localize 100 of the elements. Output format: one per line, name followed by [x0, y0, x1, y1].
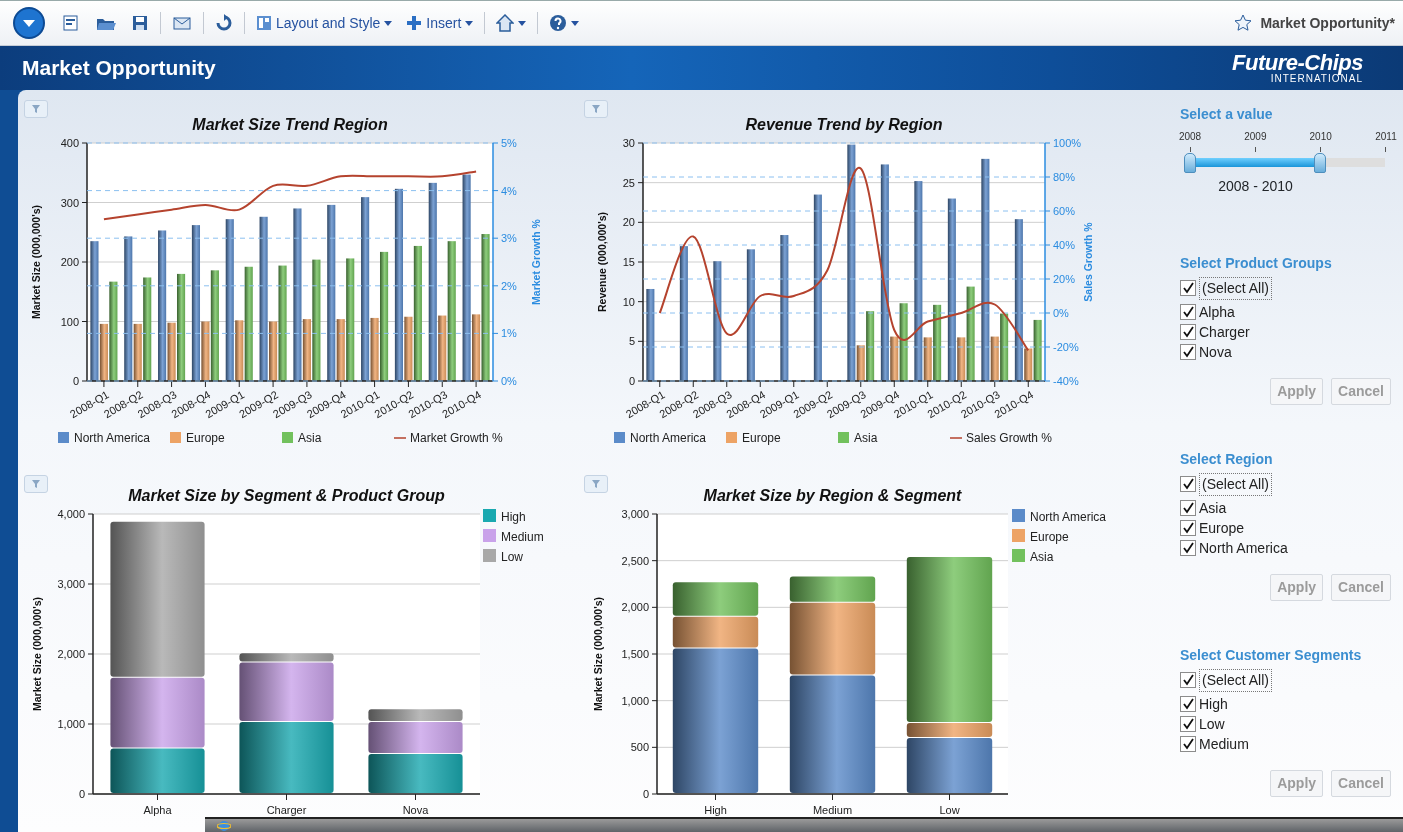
filter-title: Select Customer Segments: [1180, 646, 1363, 665]
checkbox[interactable]: [1180, 324, 1196, 340]
axis-tick-label: 0%: [501, 375, 517, 387]
caret-icon: [384, 20, 393, 26]
slider-tick-label: 2011: [1375, 130, 1397, 144]
checkbox-label: (Select All): [1199, 276, 1272, 300]
axis-tick-label: 20: [622, 216, 635, 229]
axis-tick-label: 1,500: [621, 648, 649, 660]
axis-tick-label: 100%: [1053, 137, 1082, 149]
filter-title: Select Product Groups: [1180, 254, 1333, 273]
category-label: Charger: [266, 804, 307, 816]
slider-tick-label: 2008: [1178, 130, 1202, 144]
checkbox-label: (Select All): [1199, 668, 1272, 692]
legend-label: Asia: [854, 431, 878, 445]
category-label: Low: [939, 804, 960, 816]
axis-tick-label: 40%: [1053, 239, 1076, 251]
checkbox-label: Charger: [1199, 322, 1250, 342]
checkbox[interactable]: [1180, 280, 1196, 296]
axis-tick-label: 30: [622, 137, 635, 149]
axis-tick-label: 0: [78, 788, 85, 800]
caret-icon: [518, 20, 527, 26]
legend-label: Low: [501, 550, 523, 564]
slider-thumb[interactable]: [1184, 153, 1196, 173]
axis-tick-label: 25: [622, 176, 635, 189]
plus-icon: [406, 15, 423, 31]
axis-tick-label: 400: [60, 137, 79, 149]
help-icon: [549, 14, 568, 32]
checkbox[interactable]: [1180, 672, 1196, 688]
checkbox[interactable]: [1180, 520, 1196, 536]
legend-label: Europe: [186, 431, 225, 445]
axis-tick-label: 20%: [1053, 273, 1076, 285]
slider-tick-label: 2009: [1244, 130, 1267, 144]
axis-tick-label: 5%: [501, 137, 517, 149]
toolbar-menu-button[interactable]: Insert: [403, 10, 477, 36]
chart-title: Market Size Trend Region: [192, 116, 388, 133]
axis-tick-label: -20%: [1053, 341, 1079, 353]
axis-title: Market Growth %: [530, 219, 542, 305]
layout-icon: [256, 15, 272, 31]
slider-tick-label: 2010: [1309, 130, 1332, 144]
logo-subtitle: INTERNATIONAL: [1270, 74, 1363, 84]
checkbox-label: Alpha: [1199, 302, 1235, 322]
checkbox[interactable]: [1180, 500, 1196, 516]
legend-label: Asia: [298, 431, 322, 445]
axis-title: Sales Growth %: [1082, 222, 1094, 302]
axis-tick-label: 1,000: [57, 718, 85, 730]
axis-title: Market Size (000,000's): [592, 597, 604, 711]
checkbox-label: Europe: [1199, 518, 1245, 538]
axis-tick-label: 4%: [501, 184, 517, 197]
axis-tick-label: -40%: [1053, 375, 1079, 387]
axis-tick-label: 2%: [501, 279, 517, 292]
axis-tick-label: 3%: [501, 232, 517, 245]
category-label: Nova: [402, 804, 429, 816]
legend-label: Market Growth %: [410, 431, 503, 445]
tick-mark: [1320, 147, 1322, 152]
tick-mark: [1254, 147, 1256, 152]
axis-tick-label: 300: [60, 196, 79, 209]
axis-tick-label: 3,000: [57, 578, 85, 590]
legend-label: North America: [630, 431, 707, 445]
legend-label: High: [501, 510, 526, 524]
axis-tick-label: 60%: [1053, 205, 1076, 217]
star-icon[interactable]: [1234, 14, 1253, 32]
checkbox[interactable]: [1180, 540, 1196, 556]
category-label: Medium: [812, 804, 853, 816]
axis-tick-label: 2,000: [57, 648, 85, 660]
legend-label: Europe: [742, 431, 781, 445]
checkbox[interactable]: [1180, 476, 1196, 492]
caret-icon: [465, 20, 474, 26]
checkbox[interactable]: [1180, 736, 1196, 752]
slider-thumb[interactable]: [1314, 153, 1327, 173]
axis-tick-label: 0: [628, 375, 635, 387]
checkbox[interactable]: [1180, 304, 1196, 320]
legend-label: Asia: [1030, 550, 1054, 564]
legend-label: North America: [1030, 510, 1107, 524]
toolbar-menu-button[interactable]: Layout and Style: [253, 10, 396, 36]
slider-title: Select a value: [1180, 105, 1274, 124]
axis-title: Revenue (000,000's): [596, 212, 608, 312]
axis-tick-label: 200: [60, 256, 79, 268]
checkbox[interactable]: [1180, 344, 1196, 360]
checkbox[interactable]: [1180, 696, 1196, 712]
axis-tick-label: 0: [642, 788, 649, 800]
dashboard-title: Market Opportunity: [22, 55, 216, 82]
tick-mark: [1189, 147, 1191, 152]
document-title: Market Opportunity*: [1260, 13, 1395, 33]
logo-wordmark: Future-Chips: [1232, 52, 1363, 74]
chart-title: Market Size by Region & Segment: [703, 487, 962, 504]
chart-title: Revenue Trend by Region: [745, 116, 943, 133]
legend-label: Europe: [1030, 530, 1069, 544]
slider-reading: 2008 - 2010: [1218, 178, 1293, 194]
axis-tick-label: 0: [72, 375, 79, 387]
axis-tick-label: 2,500: [621, 554, 649, 567]
caret-icon: [571, 20, 580, 26]
category-label: Alpha: [143, 804, 172, 816]
axis-tick-label: 3,000: [621, 508, 649, 520]
checkbox[interactable]: [1180, 716, 1196, 732]
browser-icon[interactable]: [217, 820, 231, 832]
checkbox-label: Asia: [1199, 498, 1227, 518]
axis-tick-label: 4,000: [57, 508, 85, 520]
house-icon: [496, 14, 515, 32]
axis-tick-label: 100: [60, 315, 79, 328]
axis-tick-label: 2,000: [621, 601, 649, 614]
